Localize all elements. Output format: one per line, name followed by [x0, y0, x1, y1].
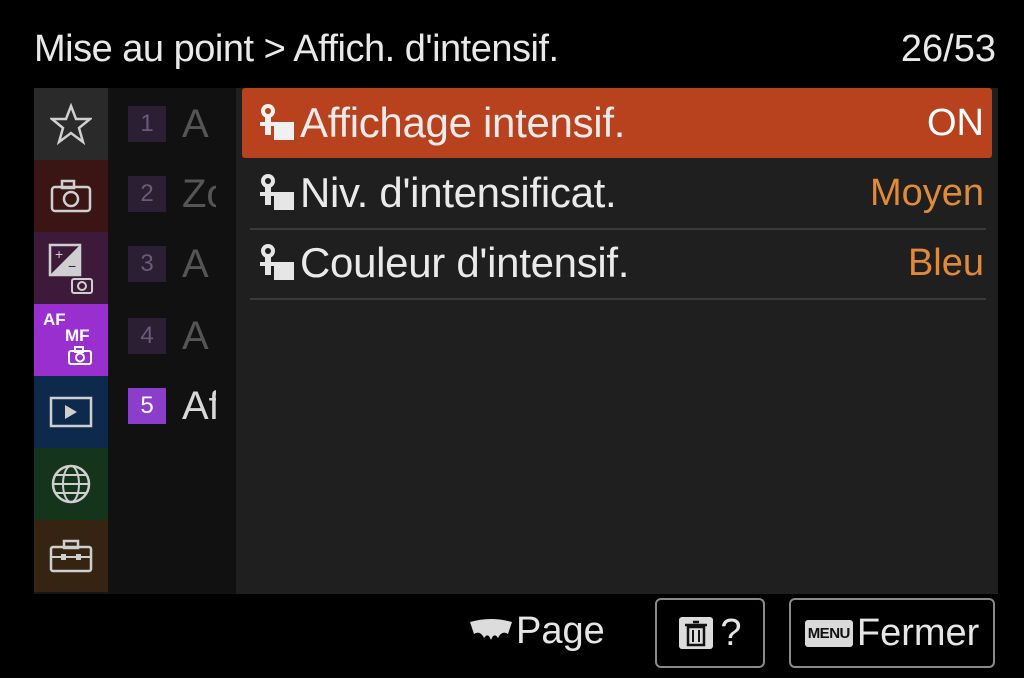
- subpage-letter: Zo: [182, 171, 216, 216]
- help-label: ?: [720, 611, 742, 654]
- setting-label: Affichage intensif.: [300, 99, 626, 146]
- tab-my-menu[interactable]: [34, 88, 108, 160]
- subpage-column: 1 A 2 Zo 3 A 4 A 5 Af: [108, 88, 236, 594]
- setting-label: Niv. d'intensificat.: [300, 169, 617, 216]
- divider: [250, 298, 986, 300]
- menu-icon: MENU: [804, 619, 853, 647]
- control-dial-icon: [470, 618, 512, 640]
- svg-text:+: +: [55, 246, 63, 262]
- delete-help-button[interactable]: ?: [655, 598, 765, 668]
- subpage-item[interactable]: 2 Zo: [128, 171, 216, 216]
- footer-bar: Page ? MENU Fermer: [0, 596, 1024, 678]
- subpage-item[interactable]: 3 A: [128, 241, 216, 286]
- subpage-letter: Af: [182, 383, 216, 428]
- setting-label: Couleur d'intensif.: [300, 239, 630, 286]
- playback-icon: [49, 396, 93, 428]
- tab-shooting[interactable]: [34, 160, 108, 232]
- exposure-icon: + −: [48, 243, 93, 294]
- setting-value: Moyen: [869, 171, 984, 214]
- menu-panel: + − AF MF 1 A 2 Z 3 A 4 A 5 Af Affichage…: [34, 88, 998, 594]
- tab-setup[interactable]: [34, 520, 108, 592]
- subpage-letter: A: [182, 241, 209, 286]
- subpage-number: 4: [128, 318, 166, 354]
- af-mf-icon: AF MF: [39, 308, 103, 372]
- star-icon: [50, 103, 92, 145]
- tab-network[interactable]: [34, 448, 108, 520]
- page-indicator: 26/53: [900, 28, 996, 70]
- toolbox-icon: [49, 539, 93, 573]
- focus-peaking-icon: [260, 174, 294, 210]
- mf-label: MF: [65, 326, 90, 345]
- camera-small-icon: [68, 346, 92, 365]
- subpage-number: 5: [128, 388, 166, 424]
- page-hint: Page: [468, 610, 605, 653]
- setting-value: ON: [927, 101, 984, 144]
- setting-row-peaking-display[interactable]: Affichage intensif. ON: [242, 88, 992, 158]
- tab-af-mf[interactable]: AF MF: [34, 304, 108, 376]
- subpage-item[interactable]: 4 A: [128, 313, 216, 358]
- setting-value: Bleu: [907, 241, 984, 284]
- close-label: Fermer: [856, 611, 980, 654]
- subpage-number: 1: [128, 106, 166, 142]
- close-button[interactable]: MENU Fermer: [789, 598, 995, 668]
- camera-icon: [50, 179, 92, 213]
- focus-peaking-icon: [260, 244, 294, 280]
- setting-row-peaking-level[interactable]: Niv. d'intensificat. Moyen: [242, 158, 992, 228]
- subpage-item[interactable]: 1 A: [128, 101, 216, 146]
- svg-text:−: −: [68, 258, 76, 274]
- subpage-item-active[interactable]: 5 Af: [128, 383, 216, 428]
- breadcrumb: Mise au point > Affich. d'intensif.: [34, 28, 559, 70]
- setting-row-peaking-color[interactable]: Couleur d'intensif. Bleu: [242, 228, 992, 298]
- tab-playback[interactable]: [34, 376, 108, 448]
- settings-list: Affichage intensif. ON Niv. d'intensific…: [236, 88, 998, 594]
- af-label: AF: [43, 310, 66, 329]
- globe-icon: [51, 464, 91, 504]
- tab-exposure[interactable]: + −: [34, 232, 108, 304]
- subpage-letter: A: [182, 101, 209, 146]
- subpage-number: 2: [128, 176, 166, 212]
- focus-peaking-icon: [260, 104, 294, 140]
- category-sidebar: + − AF MF: [34, 88, 108, 594]
- subpage-letter: A: [182, 313, 209, 358]
- menu-header: Mise au point > Affich. d'intensif. 26/5…: [34, 22, 996, 78]
- page-label: Page: [516, 610, 605, 652]
- subpage-number: 3: [128, 246, 166, 282]
- trash-icon: [679, 617, 714, 649]
